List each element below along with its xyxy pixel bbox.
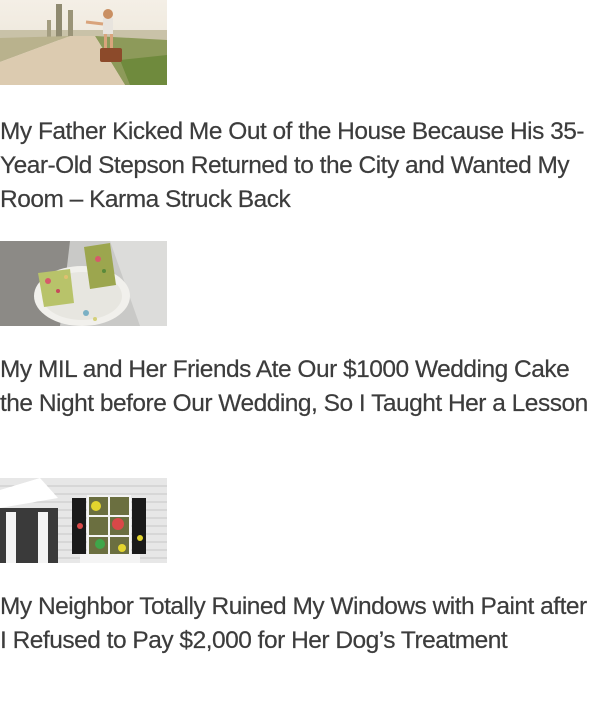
wedding-cake-image <box>0 241 167 326</box>
article-title[interactable]: My MIL and Her Friends Ate Our $1000 Wed… <box>0 353 592 421</box>
article-title[interactable]: My Neighbor Totally Ruined My Windows wi… <box>0 590 592 658</box>
article-thumbnail[interactable] <box>0 478 167 563</box>
painted-window-image <box>0 478 167 563</box>
road-girl-image <box>0 0 167 85</box>
article-thumbnail[interactable] <box>0 241 167 326</box>
article-thumbnail[interactable] <box>0 0 167 85</box>
article-title[interactable]: My Father Kicked Me Out of the House Bec… <box>0 115 592 217</box>
